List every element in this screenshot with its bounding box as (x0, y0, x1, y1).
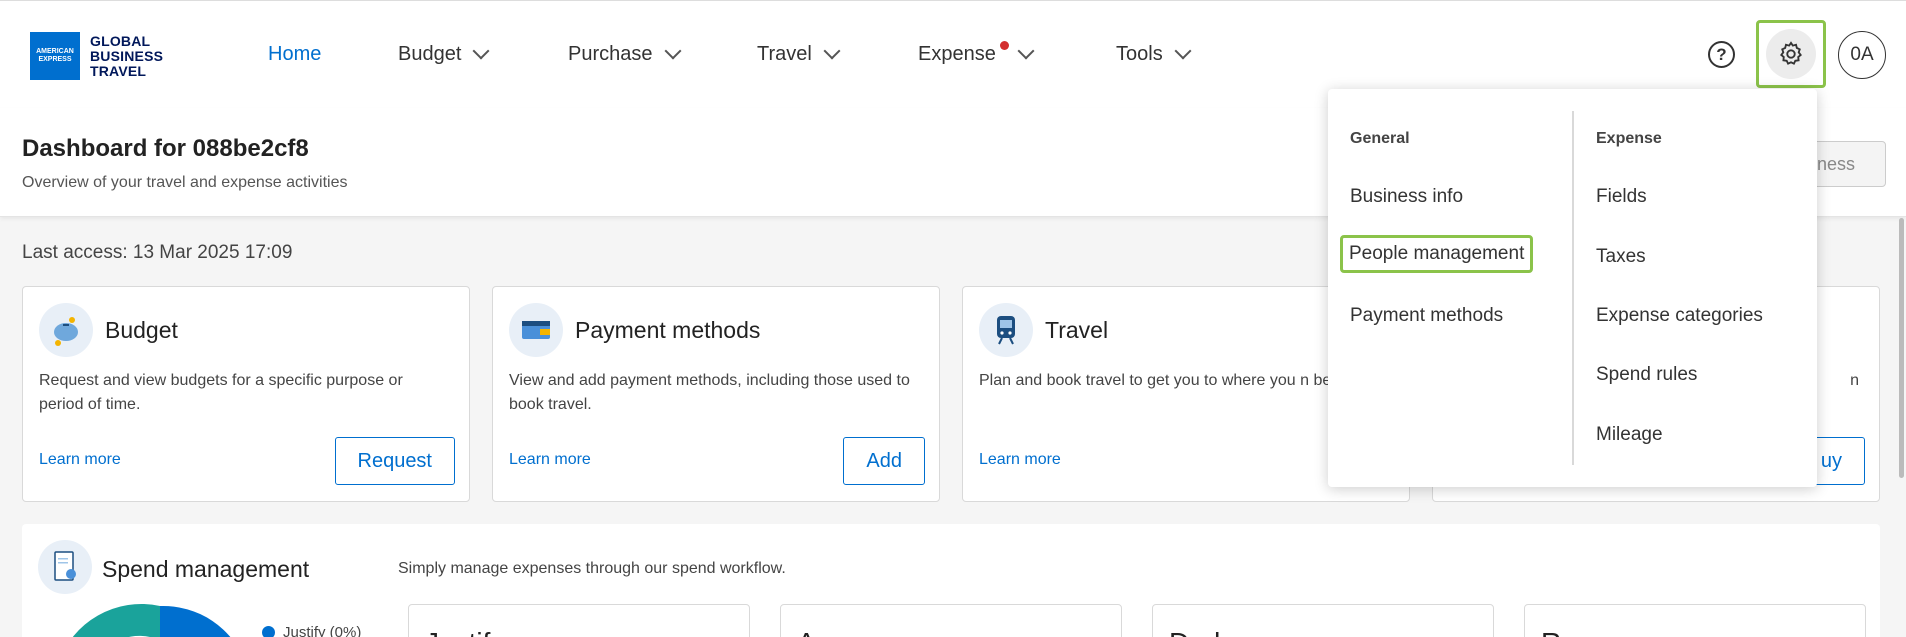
page-title: Dashboard for 088be2cf8 (22, 135, 309, 162)
menu-column-divider (1572, 111, 1574, 465)
add-payment-method-button[interactable]: Add (843, 437, 925, 485)
menu-item-taxes[interactable]: Taxes (1596, 246, 1646, 268)
page-scrollbar[interactable] (1899, 218, 1904, 478)
legend-label: Justify (0%) (283, 624, 362, 637)
amex-logo-box: AMERICAN EXPRESS (30, 32, 80, 80)
nav-budget[interactable]: Budget (398, 42, 490, 66)
document-icon (38, 540, 92, 594)
chevron-down-icon (1017, 42, 1035, 60)
spend-step-approve[interactable]: A (780, 604, 1122, 637)
nav-expense[interactable]: Expense (918, 41, 1035, 66)
settings-button[interactable] (1756, 20, 1826, 88)
piggy-bank-icon (39, 303, 93, 357)
nav-expense-label: Expense (918, 43, 996, 65)
brand-name-line: TRAVEL (90, 62, 147, 79)
spend-step-reimburse[interactable]: R (1524, 604, 1866, 637)
menu-item-people-management[interactable]: People management (1340, 235, 1534, 273)
budget-card-description: Request and view budgets for a specific … (39, 372, 403, 413)
chevron-down-icon (1174, 42, 1192, 60)
spend-management-title: Spend management (102, 556, 310, 582)
budget-card: Budget Request and view budgets for a sp… (22, 286, 470, 502)
chevron-down-icon (664, 42, 681, 60)
brand-name-line: BUSINESS (90, 47, 164, 64)
avatar[interactable]: 0A (1838, 31, 1886, 79)
brand-name-line: GLOBAL (90, 32, 151, 49)
expense-heading: Expense (1596, 130, 1662, 147)
menu-item-fields[interactable]: Fields (1596, 186, 1647, 208)
nav-purchase[interactable]: Purchase (568, 42, 681, 66)
payment-methods-card-description: View and add payment methods, including … (509, 372, 910, 413)
help-glyph: ? (1716, 44, 1727, 64)
logo-line: EXPRESS (38, 56, 72, 63)
spend-step-deduct[interactable]: Ded (1152, 604, 1494, 637)
legend-item-justify: Justify (0%) (262, 624, 361, 637)
menu-item-business-info[interactable]: Business info (1350, 186, 1463, 208)
nav-tools[interactable]: Tools (1116, 42, 1192, 66)
budget-learn-more-link[interactable]: Learn more (39, 451, 121, 469)
page-subtitle: Overview of your travel and expense acti… (22, 174, 348, 191)
wallet-icon (509, 303, 563, 357)
last-access-text: Last access: 13 Mar 2025 17:09 (22, 242, 293, 263)
brand-name: GLOBAL BUSINESS TRAVEL (90, 32, 164, 79)
menu-item-expense-categories[interactable]: Expense categories (1596, 305, 1763, 327)
menu-item-spend-rules[interactable]: Spend rules (1596, 364, 1697, 386)
spend-step-label: R (1541, 627, 1561, 637)
nav-travel-label: Travel (757, 43, 812, 65)
gear-icon (1766, 29, 1816, 79)
spend-management-panel: Spend management Simply manage expenses … (22, 524, 1880, 637)
donut-segment-secondary (72, 604, 160, 637)
spend-step-label: Ded (1169, 627, 1220, 637)
add-business-button-label: ness (1816, 153, 1855, 174)
general-heading: General (1350, 130, 1410, 147)
logo-line: AMERICAN (36, 48, 74, 55)
nav-tools-label: Tools (1116, 43, 1163, 65)
menu-item-mileage[interactable]: Mileage (1596, 424, 1663, 446)
avatar-initials: 0A (1850, 44, 1874, 65)
notification-dot (1000, 41, 1009, 50)
chevron-down-icon (823, 42, 841, 60)
help-icon[interactable]: ? (1708, 41, 1735, 68)
spend-donut-chart (72, 604, 231, 637)
nav-home-label: Home (268, 43, 322, 65)
payment-methods-card-title: Payment methods (575, 317, 761, 343)
spend-step-justify[interactable]: Justif (408, 604, 750, 637)
chevron-down-icon (472, 42, 490, 60)
brand-logo[interactable]: AMERICAN EXPRESS GLOBAL BUSINESS TRAVEL (30, 32, 163, 80)
train-icon (979, 303, 1033, 357)
request-budget-button[interactable]: Request (334, 437, 455, 485)
nav-travel[interactable]: Travel (757, 42, 841, 66)
nav-home[interactable]: Home (268, 43, 321, 66)
donut-segment-justify (160, 605, 231, 637)
nav-purchase-label: Purchase (568, 43, 653, 65)
payment-methods-card: Payment methods View and add payment met… (492, 286, 940, 502)
menu-item-payment-methods[interactable]: Payment methods (1350, 305, 1503, 327)
legend-dot (262, 626, 275, 637)
spend-step-label: A (797, 627, 816, 637)
settings-dropdown-menu: General Business info People management … (1328, 89, 1817, 487)
payment-methods-learn-more-link[interactable]: Learn more (509, 451, 591, 469)
travel-card-title: Travel (1045, 317, 1109, 343)
travel-learn-more-link[interactable]: Learn more (979, 451, 1061, 469)
nav-budget-label: Budget (398, 43, 462, 65)
spend-management-description: Simply manage expenses through our spend… (398, 560, 786, 577)
spend-step-label: Justif (425, 627, 490, 637)
budget-card-title: Budget (105, 317, 178, 343)
